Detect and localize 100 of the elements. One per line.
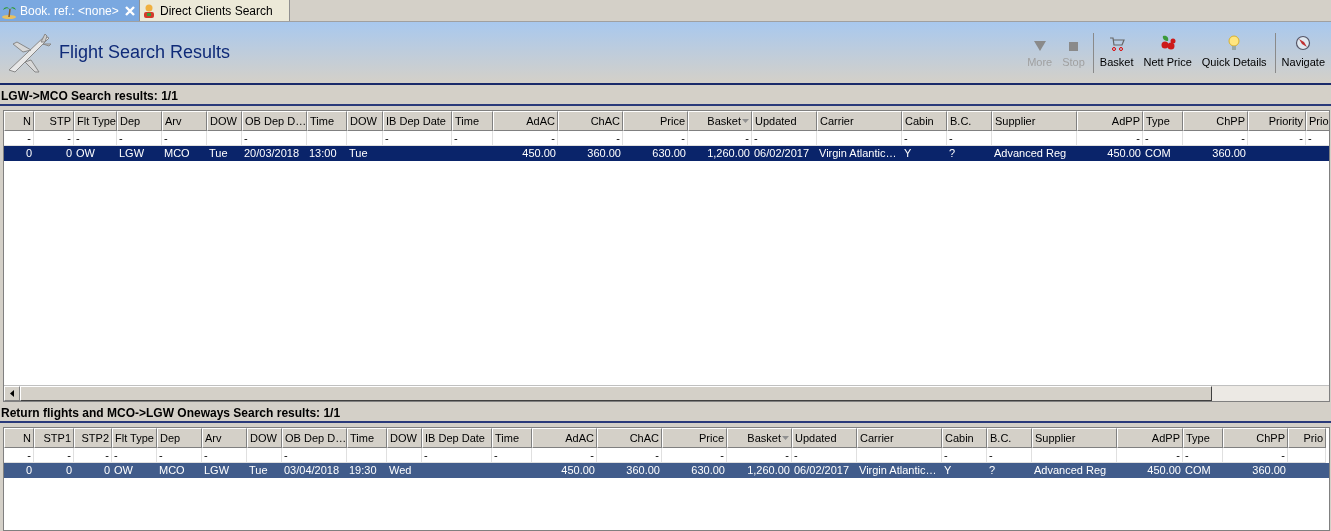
column-header[interactable]: Cabin (942, 428, 987, 448)
table-cell-text: Y (903, 146, 913, 161)
table-cell-text: 360.00 (1251, 463, 1287, 478)
column-header[interactable]: Prio (1306, 111, 1329, 131)
column-header[interactable]: STP (34, 111, 74, 131)
column-header[interactable]: AdPP (1117, 428, 1183, 448)
column-header[interactable]: Updated (752, 111, 817, 131)
column-header[interactable]: Arv (162, 111, 207, 131)
scroll-thumb[interactable] (20, 386, 1212, 401)
horizontal-scrollbar[interactable] (4, 385, 1329, 401)
column-header[interactable]: DOW (387, 428, 422, 448)
table-cell-text: 13:00 (308, 146, 338, 161)
column-header[interactable]: N (4, 111, 34, 131)
table-cell-text: 0 (24, 463, 33, 478)
column-header[interactable]: Time (347, 428, 387, 448)
column-header[interactable]: ChAC (558, 111, 623, 131)
column-header[interactable]: Prio (1288, 428, 1326, 448)
column-header[interactable]: B.C. (947, 111, 992, 131)
column-header[interactable]: Flt Type (74, 111, 117, 131)
person-icon (141, 2, 157, 19)
table-cell-text: ? (988, 463, 997, 478)
column-header[interactable]: OB Dep D… (242, 111, 307, 131)
column-header[interactable]: Cabin (902, 111, 947, 131)
table-cell-text: ? (948, 146, 957, 161)
table-cell-text: COM (1144, 146, 1172, 161)
column-header[interactable]: Updated (792, 428, 857, 448)
column-header[interactable]: Flt Type (112, 428, 157, 448)
column-header[interactable]: Type (1143, 111, 1183, 131)
compass-icon (1295, 35, 1312, 51)
result-row[interactable]: 0 0 0 OW MCO LGW Tue 03/04/2018 19:30 Wed 450.00 360.00 630.00 1,260.00 06/02/2017 Virgin Atlantic… Y ? Advanced Reg 450.00 COM 360.00 (4, 463, 1329, 478)
column-header[interactable]: STP1 (34, 428, 74, 448)
table-cell-text: Virgin Atlantic… (858, 463, 938, 478)
column-header[interactable]: Dep (117, 111, 162, 131)
table-cell-text: 1,260.00 (746, 463, 791, 478)
column-header[interactable]: Priority (1248, 111, 1306, 131)
sort-arrow-icon (742, 119, 749, 123)
table-cell-text: LGW (118, 146, 146, 161)
table-cell-text: OW (113, 463, 134, 478)
table-cell-text: MCO (163, 146, 191, 161)
column-header[interactable]: AdAC (532, 428, 597, 448)
column-header[interactable]: Price (623, 111, 688, 131)
left-arrow-icon (10, 390, 14, 397)
table-cell-text: Wed (388, 463, 413, 478)
table-cell-text: 450.00 (521, 146, 557, 161)
column-header[interactable]: AdPP (1077, 111, 1143, 131)
column-header[interactable]: IB Dep Date (422, 428, 492, 448)
toolbar-button[interactable]: Quick Details (1197, 34, 1271, 71)
table-cell-text: 450.00 (560, 463, 596, 478)
table-cell-text: Tue (248, 463, 269, 478)
column-header[interactable]: Time (307, 111, 347, 131)
toolbar-button[interactable]: Basket (1095, 34, 1138, 71)
lightbulb-icon (1228, 35, 1241, 51)
column-header[interactable]: Arv (202, 428, 247, 448)
table-cell-text: 630.00 (651, 146, 687, 161)
table-cell-text: Tue (348, 146, 369, 161)
column-header[interactable]: DOW (247, 428, 282, 448)
column-header[interactable]: N (4, 428, 34, 448)
table-cell-text: Tue (208, 146, 229, 161)
section-title: LGW->MCO Search results: 1/1 (0, 87, 178, 105)
sort-arrow-icon (782, 436, 789, 440)
column-header[interactable]: Supplier (992, 111, 1077, 131)
column-header[interactable]: ChAC (597, 428, 662, 448)
column-header[interactable]: Price (662, 428, 727, 448)
column-header[interactable]: Carrier (817, 111, 902, 131)
column-header[interactable]: OB Dep D… (282, 428, 347, 448)
table-cell-text: Advanced Reg (1033, 463, 1108, 478)
scroll-left-button[interactable] (4, 386, 20, 401)
column-header[interactable]: Basket (688, 111, 752, 131)
column-header[interactable]: DOW (207, 111, 242, 131)
table-cell-text: Y (943, 463, 953, 478)
table-cell-text: OW (75, 146, 96, 161)
column-header[interactable]: DOW (347, 111, 383, 131)
column-header[interactable]: Time (492, 428, 532, 448)
tab[interactable]: Direct Clients Search (140, 0, 290, 21)
column-header[interactable]: AdAC (493, 111, 558, 131)
page-title: Flight Search Results (59, 41, 231, 64)
column-header[interactable]: Time (452, 111, 493, 131)
table-cell-text: Advanced Reg (993, 146, 1068, 161)
column-header[interactable]: ChPP (1223, 428, 1288, 448)
column-header[interactable]: IB Dep Date (383, 111, 452, 131)
toolbar-button[interactable]: Navigate (1277, 34, 1329, 71)
close-icon[interactable] (125, 5, 135, 16)
column-header[interactable]: Carrier (857, 428, 942, 448)
column-header[interactable]: STP2 (74, 428, 112, 448)
result-row[interactable]: 0 0 OW LGW MCO Tue 20/03/2018 13:00 Tue 450.00 360.00 630.00 1,260.00 06/02/2017 Virgin Atlantic… Y ? Advanced Reg 450.00 COM 360.00 (4, 146, 1329, 161)
table-cell-text: 0 (64, 146, 73, 161)
table-cell-text: MCO (158, 463, 186, 478)
square-icon (1069, 42, 1078, 51)
column-header[interactable]: Type (1183, 428, 1223, 448)
column-header[interactable]: ChPP (1183, 111, 1248, 131)
column-header[interactable]: B.C. (987, 428, 1032, 448)
table-cell-text: 360.00 (1211, 146, 1247, 161)
table-cell-text: 20/03/2018 (243, 146, 301, 161)
column-header[interactable]: Dep (157, 428, 202, 448)
cart-icon (1108, 37, 1125, 51)
section-title: Return flights and MCO->LGW Oneways Search results: 1/1 (0, 404, 341, 422)
triangle-icon (1033, 41, 1046, 51)
column-header[interactable]: Basket (727, 428, 792, 448)
toolbar-button[interactable]: Nett Price (1139, 34, 1196, 71)
column-header[interactable]: Supplier (1032, 428, 1117, 448)
